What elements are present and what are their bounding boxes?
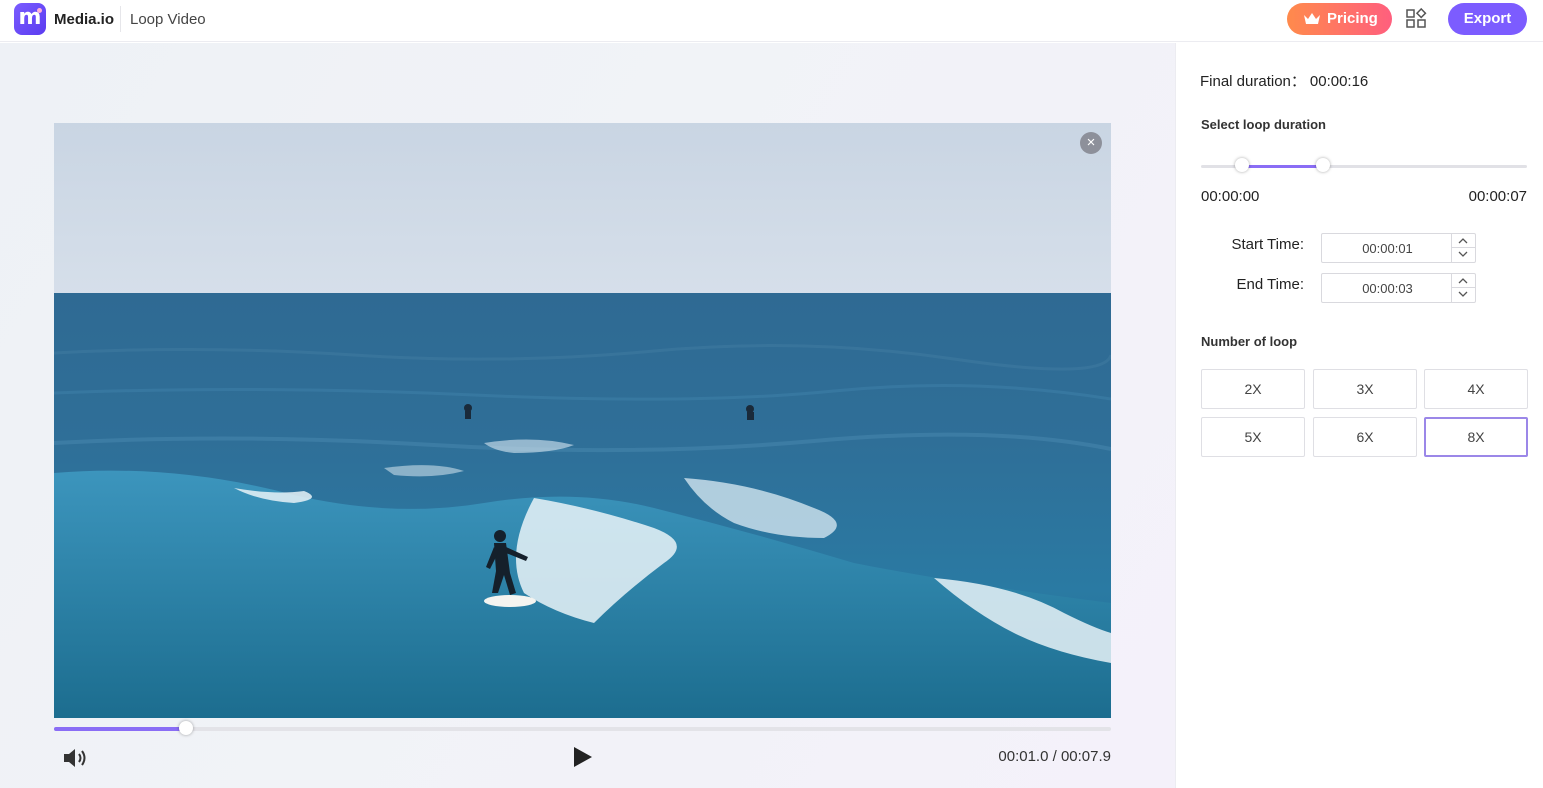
final-duration: Final duration： 00:00:16 [1200, 70, 1368, 91]
media-io-logo[interactable]: m [14, 3, 46, 35]
preview-area: × 00:01.0 / 00:07.9 [0, 43, 1175, 788]
final-duration-label: Final duration： [1200, 73, 1306, 90]
end-time-increment[interactable] [1452, 274, 1475, 288]
range-min-label: 00:00:00 [1201, 188, 1260, 205]
playback-time: 00:01.0 / 00:07.9 [998, 748, 1111, 765]
loop-option-8x[interactable]: 8X [1424, 417, 1528, 457]
loop-range-selection [1241, 165, 1324, 168]
loop-settings-panel: Final duration： 00:00:16 Select loop dura… [1175, 43, 1543, 788]
loop-range-end-handle[interactable] [1316, 158, 1331, 172]
volume-icon[interactable] [62, 746, 88, 770]
video-progress-bar[interactable] [54, 721, 1111, 735]
final-duration-value: 00:00:16 [1309, 73, 1369, 90]
end-time-stepper [1451, 274, 1475, 302]
end-time-input[interactable] [1322, 274, 1453, 302]
range-max-label: 00:00:07 [1468, 188, 1527, 205]
loop-option-6x[interactable]: 6X [1313, 417, 1417, 457]
start-time-input[interactable] [1322, 234, 1453, 262]
video-progress-handle[interactable] [179, 721, 194, 735]
loop-option-4x[interactable]: 4X [1424, 369, 1528, 409]
chevron-down-icon [1458, 291, 1468, 297]
end-time-field [1321, 273, 1476, 303]
end-time-decrement[interactable] [1452, 288, 1475, 302]
loop-range-slider[interactable] [1201, 158, 1527, 172]
loop-count-options: 2X 3X 4X 5X 6X 8X [1201, 369, 1528, 457]
brand-name[interactable]: Media.io [54, 11, 114, 28]
page-title: Loop Video [130, 11, 206, 28]
crown-icon [1304, 13, 1320, 24]
chevron-down-icon [1458, 251, 1468, 257]
video-preview[interactable]: × [54, 123, 1111, 718]
top-bar: m Media.io Loop Video Pricing Export [0, 0, 1543, 42]
loop-range-start-handle[interactable] [1234, 158, 1249, 172]
video-progress-fill [54, 727, 187, 731]
chevron-up-icon [1458, 278, 1468, 284]
end-time-label: End Time: [1236, 276, 1304, 293]
start-time-label: Start Time: [1231, 236, 1304, 253]
pricing-button[interactable]: Pricing [1287, 3, 1392, 35]
start-time-increment[interactable] [1452, 234, 1475, 248]
chevron-up-icon [1458, 238, 1468, 244]
apps-icon[interactable] [1405, 7, 1427, 29]
play-icon[interactable] [571, 745, 595, 769]
loop-option-5x[interactable]: 5X [1201, 417, 1305, 457]
start-time-stepper [1451, 234, 1475, 262]
export-button[interactable]: Export [1448, 3, 1527, 35]
select-loop-duration-title: Select loop duration [1201, 117, 1326, 132]
start-time-decrement[interactable] [1452, 248, 1475, 262]
pricing-label: Pricing [1327, 10, 1378, 27]
surfing-video-frame [54, 123, 1111, 718]
close-video-button[interactable]: × [1080, 132, 1102, 154]
start-time-field [1321, 233, 1476, 263]
header-divider [120, 6, 121, 32]
number-of-loop-title: Number of loop [1201, 334, 1298, 349]
loop-option-2x[interactable]: 2X [1201, 369, 1305, 409]
loop-option-3x[interactable]: 3X [1313, 369, 1417, 409]
